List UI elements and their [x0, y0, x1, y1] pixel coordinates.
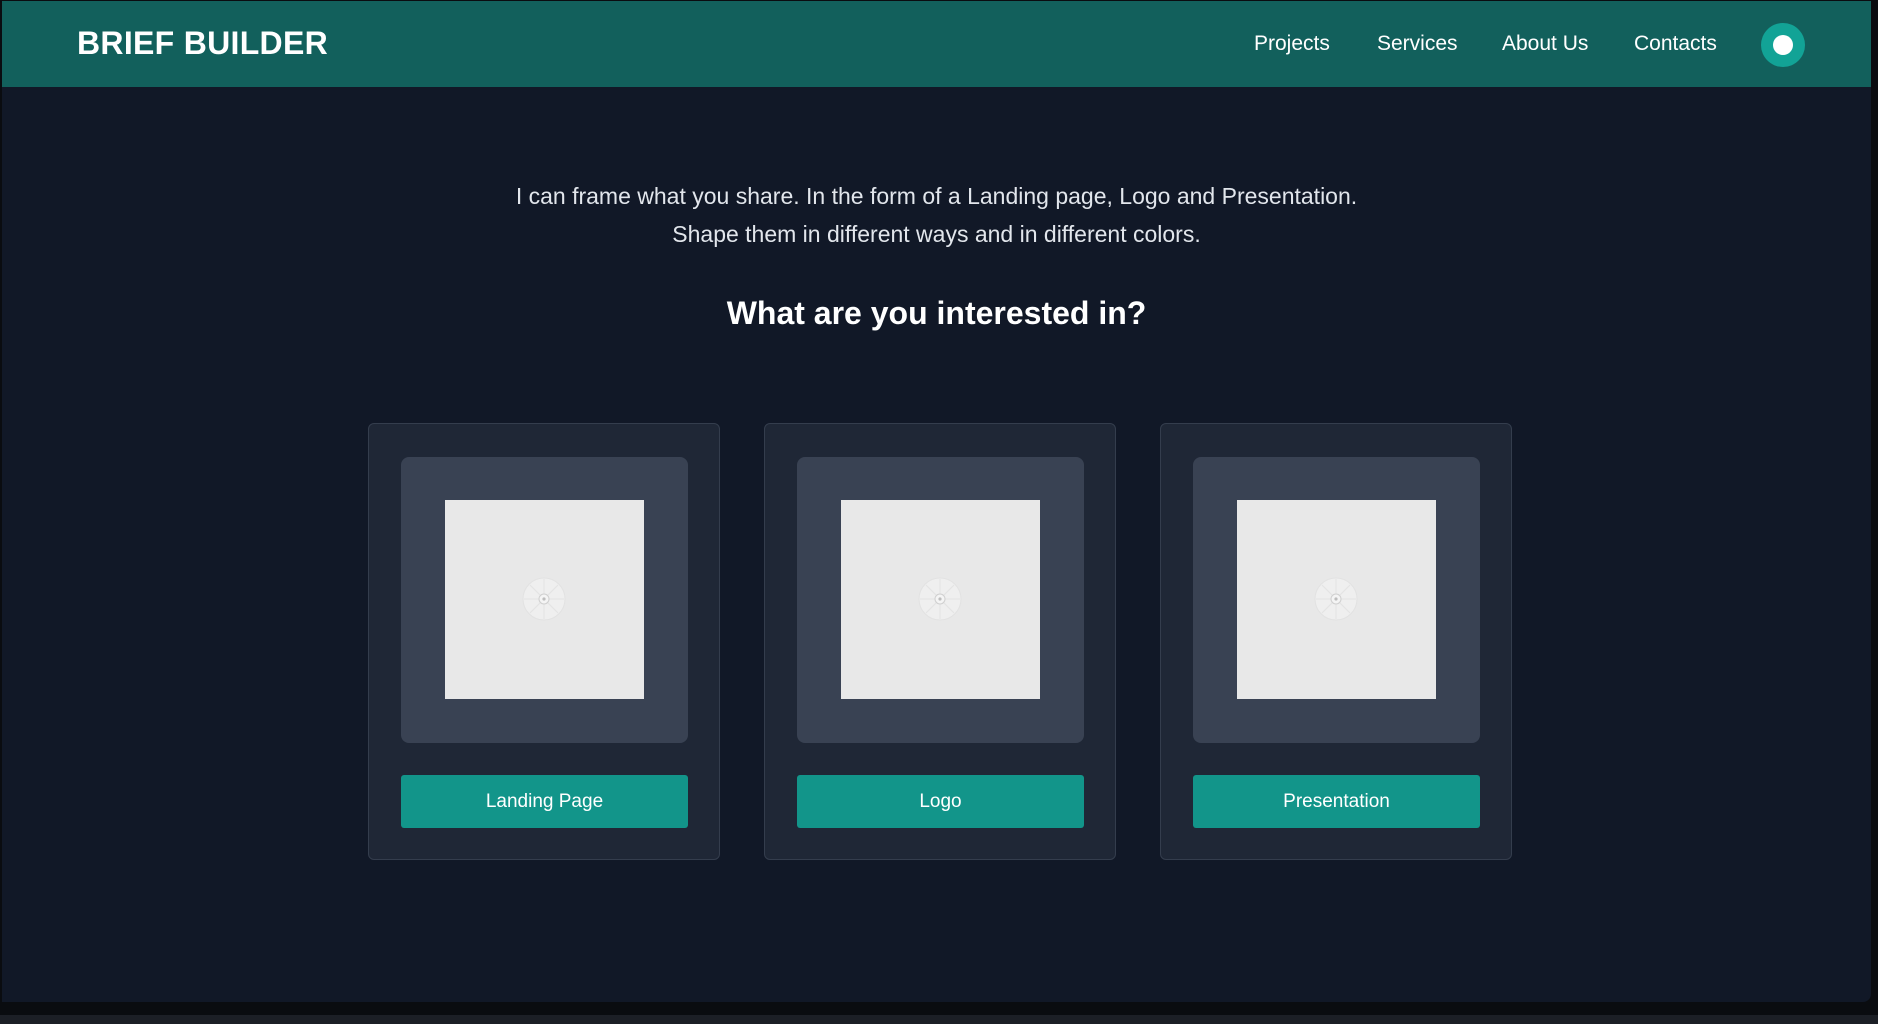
card-image — [1237, 500, 1436, 699]
nav-link-services[interactable]: Services — [1377, 32, 1458, 56]
card-media — [401, 457, 688, 743]
image-placeholder-icon — [1314, 577, 1358, 621]
logo-button[interactable]: Logo — [797, 775, 1084, 828]
service-card-presentation: Presentation — [1160, 423, 1512, 860]
intro-line-1: I can frame what you share. In the form … — [515, 183, 1358, 209]
presentation-button[interactable]: Presentation — [1193, 775, 1480, 828]
nav-link-about-us[interactable]: About Us — [1502, 32, 1588, 56]
main-nav: Projects Services About Us Contacts — [2, 32, 1871, 62]
card-image — [841, 500, 1040, 699]
card-media — [797, 457, 1084, 743]
service-card-landing-page: Landing Page — [368, 423, 720, 860]
nav-link-projects[interactable]: Projects — [1254, 32, 1330, 56]
landing-page-button[interactable]: Landing Page — [401, 775, 688, 828]
card-image — [445, 500, 644, 699]
card-media — [1193, 457, 1480, 743]
toggle-icon — [1773, 35, 1793, 55]
window-bottom-edge — [0, 1015, 1878, 1024]
section-heading: What are you interested in? — [726, 295, 1147, 331]
image-placeholder-icon — [918, 577, 962, 621]
service-card-logo: Logo — [764, 423, 1116, 860]
top-navbar: BRIEF BUILDER Projects Services About Us… — [2, 1, 1871, 87]
nav-link-contacts[interactable]: Contacts — [1634, 32, 1717, 56]
theme-toggle-button[interactable] — [1761, 23, 1805, 67]
app-window: BRIEF BUILDER Projects Services About Us… — [2, 1, 1871, 1002]
intro-text: I can frame what you share. In the form … — [2, 177, 1871, 253]
image-placeholder-icon — [522, 577, 566, 621]
intro-line-2: Shape them in different ways and in diff… — [672, 221, 1201, 247]
